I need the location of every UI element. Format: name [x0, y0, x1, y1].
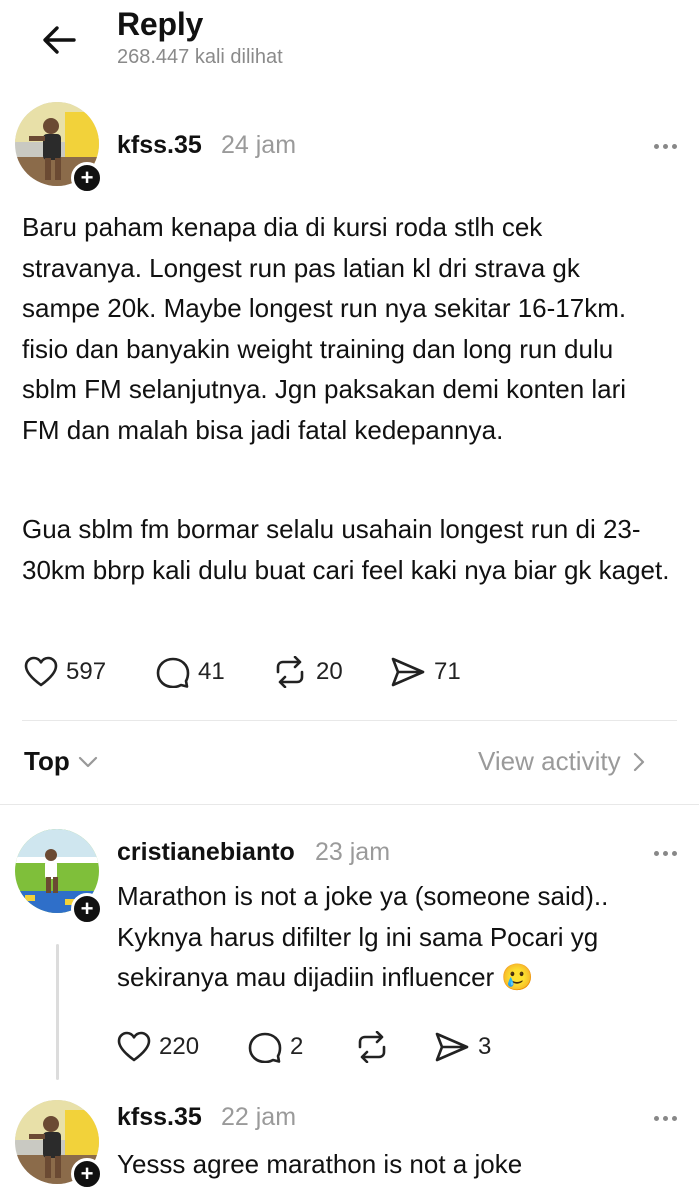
more-options-button[interactable] — [645, 841, 685, 865]
sort-dropdown[interactable]: Top — [24, 746, 98, 777]
more-dot — [653, 143, 659, 149]
share-count: 71 — [434, 658, 461, 685]
chevron-down-icon — [78, 756, 97, 767]
send-icon — [391, 657, 425, 687]
more-options-button[interactable] — [645, 134, 685, 158]
follow-plus-button[interactable]: + — [71, 1158, 103, 1190]
username[interactable]: kfss.35 — [117, 131, 202, 160]
divider — [0, 804, 699, 805]
comment-button[interactable]: 2 — [248, 1031, 303, 1063]
like-count: 597 — [66, 658, 107, 685]
more-options-button[interactable] — [645, 1106, 685, 1130]
more-dot — [662, 1115, 668, 1121]
comment-count: 41 — [198, 658, 225, 685]
share-button[interactable]: 3 — [434, 1031, 491, 1063]
reply-time: 22 jam — [221, 1103, 297, 1131]
post-text-paragraph-1: Baru paham kenapa dia di kursi roda stlh… — [22, 212, 627, 445]
send-icon — [435, 1032, 469, 1062]
more-dot — [653, 850, 659, 856]
heart-icon — [117, 1031, 151, 1062]
divider — [22, 720, 677, 721]
back-button[interactable] — [34, 18, 84, 62]
more-dot — [662, 143, 668, 149]
repost-icon — [276, 656, 304, 688]
post-time: 24 jam — [221, 131, 297, 159]
repost-button[interactable]: 20 — [272, 656, 343, 688]
more-dot — [662, 850, 668, 856]
share-button[interactable]: 71 — [390, 656, 461, 688]
repost-icon — [358, 1031, 386, 1063]
comment-button[interactable]: 41 — [156, 656, 225, 688]
more-dot — [653, 1115, 659, 1121]
view-count: 268.447 kali dilihat — [117, 46, 283, 68]
more-dot — [671, 1115, 677, 1121]
comment-icon — [248, 1032, 282, 1063]
thread-line — [56, 944, 59, 1080]
view-activity-label: View activity — [478, 746, 621, 776]
sort-label: Top — [24, 746, 70, 776]
share-count: 3 — [478, 1033, 492, 1060]
like-count: 220 — [159, 1033, 200, 1060]
comment-icon — [156, 657, 190, 688]
page-title: Reply — [117, 6, 204, 42]
post-text-paragraph-2: Gua sblm fm bormar selalu usahain longes… — [22, 514, 670, 585]
comment-count: 2 — [290, 1033, 304, 1060]
repost-button[interactable] — [354, 1031, 390, 1063]
username[interactable]: kfss.35 — [117, 1103, 202, 1132]
username[interactable]: cristianebianto — [117, 838, 295, 867]
more-dot — [671, 850, 677, 856]
follow-plus-button[interactable]: + — [71, 162, 103, 194]
follow-plus-button[interactable]: + — [71, 893, 103, 925]
like-button[interactable]: 220 — [117, 1031, 199, 1063]
view-activity-link[interactable]: View activity — [478, 746, 645, 777]
reply-text: Yesss agree marathon is not a joke — [117, 1149, 523, 1179]
heart-icon — [24, 656, 58, 687]
more-dot — [671, 143, 677, 149]
reply-time: 23 jam — [315, 838, 391, 866]
arrow-left-icon — [43, 26, 76, 54]
repost-count: 20 — [316, 658, 343, 685]
chevron-right-icon — [633, 752, 644, 771]
reply-text: Marathon is not a joke ya (someone said)… — [117, 881, 609, 992]
like-button[interactable]: 597 — [24, 656, 106, 688]
